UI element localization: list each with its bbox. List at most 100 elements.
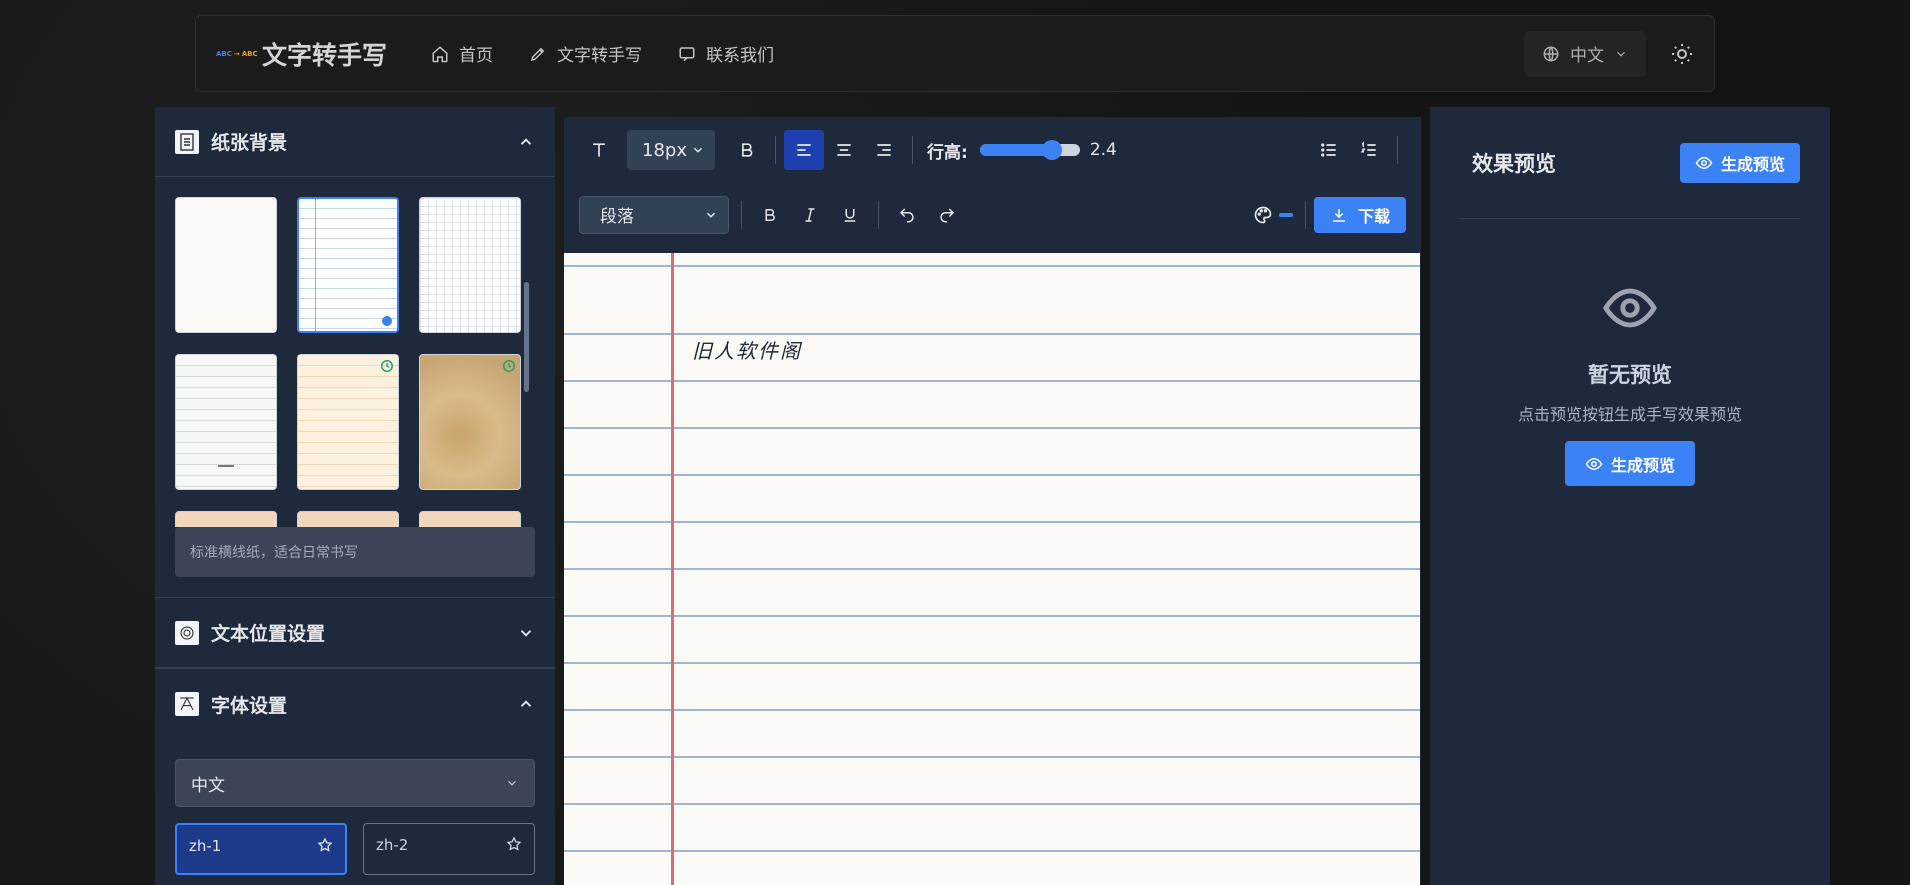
font-size-select[interactable]: 18px xyxy=(627,130,715,170)
paper-option[interactable] xyxy=(419,354,521,490)
editor-toolbar-row-2: 段落 下载 xyxy=(564,183,1421,246)
font-language-value: 中文 xyxy=(191,775,225,796)
paper-option[interactable] xyxy=(175,354,277,490)
download-icon xyxy=(1330,206,1348,224)
paper-grid xyxy=(155,177,555,527)
editor-content[interactable]: 旧人软件阁 xyxy=(692,335,802,364)
bullet-list-icon xyxy=(1319,140,1339,160)
top-navbar: ABC → ABC 文字转手写 首页 文字转手写 联系我们 中文 xyxy=(195,15,1715,92)
nav-item-home[interactable]: 首页 xyxy=(431,41,493,66)
align-center-button[interactable] xyxy=(824,130,864,170)
undo-button[interactable] xyxy=(887,195,927,235)
paragraph-format-value: 段落 xyxy=(600,207,634,227)
preview-empty-state: 暂无预览 点击预览按钮生成手写效果预览 生成预览 xyxy=(1430,279,1830,486)
font-card-zh-2[interactable]: zh-2 xyxy=(363,823,535,875)
current-color-indicator xyxy=(1278,212,1293,217)
generate-preview-label: 生成预览 xyxy=(1610,455,1675,475)
language-value: 中文 xyxy=(1570,46,1604,66)
editor-paper-canvas[interactable]: 旧人软件阁 xyxy=(564,253,1420,885)
paper-option[interactable] xyxy=(297,197,399,333)
settings-sidebar: 纸张背景 标准横线纸，适合日常书写 文本位置设置 字体设置 中文 zh-1 zh… xyxy=(155,107,555,885)
chevron-up-icon[interactable] xyxy=(517,133,535,151)
app-title[interactable]: 文字转手写 xyxy=(262,36,387,72)
font-name: zh-1 xyxy=(189,837,222,855)
empty-state-title: 暂无预览 xyxy=(1588,363,1672,387)
font-icon xyxy=(175,692,199,716)
logo: ABC → ABC xyxy=(216,49,258,58)
nav-item-label: 文字转手写 xyxy=(557,46,643,66)
line-height-label: 行高: xyxy=(927,142,968,163)
chevron-down-icon xyxy=(505,776,519,790)
bold-icon xyxy=(761,206,779,224)
nav-item-contact[interactable]: 联系我们 xyxy=(678,41,774,66)
redo-button[interactable] xyxy=(927,195,967,235)
language-select[interactable]: 中文 xyxy=(1524,30,1646,77)
paper-option[interactable] xyxy=(419,197,521,333)
align-right-icon xyxy=(874,140,894,160)
line-height-slider[interactable] xyxy=(979,140,1080,160)
underline-icon xyxy=(841,206,859,224)
nav-item-text-to-handwriting[interactable]: 文字转手写 xyxy=(529,41,642,66)
generate-preview-button-secondary[interactable]: 生成预览 xyxy=(1564,441,1695,486)
font-language-select[interactable]: 中文 xyxy=(175,759,535,807)
eye-icon xyxy=(1601,279,1659,337)
paper-icon xyxy=(175,129,199,154)
paper-option[interactable] xyxy=(297,511,399,527)
bold-toggle-button[interactable] xyxy=(727,130,767,170)
bullet-list-button[interactable] xyxy=(1309,130,1349,170)
palette-icon xyxy=(1253,205,1273,225)
font-size-value: 18px xyxy=(642,139,687,161)
chevron-up-icon[interactable] xyxy=(517,695,535,713)
text-position-section-header[interactable]: 文本位置设置 xyxy=(155,598,555,668)
eye-icon xyxy=(1585,455,1603,473)
globe-icon xyxy=(1542,45,1560,63)
home-icon xyxy=(431,45,449,63)
chevron-down-icon xyxy=(704,208,718,222)
align-right-button[interactable] xyxy=(864,130,904,170)
preview-title: 效果预览 xyxy=(1472,151,1556,176)
italic-icon xyxy=(801,206,819,224)
star-icon[interactable] xyxy=(317,837,333,853)
theme-toggle-button[interactable] xyxy=(1670,42,1694,66)
star-icon[interactable] xyxy=(506,836,522,852)
slider-handle[interactable] xyxy=(1041,140,1062,160)
align-left-button[interactable] xyxy=(784,130,824,170)
font-section-header[interactable]: 字体设置 xyxy=(155,669,555,739)
section-title: 文本位置设置 xyxy=(211,623,326,645)
chevron-down-icon[interactable] xyxy=(517,624,535,642)
underline-button[interactable] xyxy=(830,195,870,235)
nav-item-label: 联系我们 xyxy=(706,46,775,66)
undo-icon xyxy=(898,206,916,224)
logo-text-b: ABC xyxy=(241,49,258,58)
paper-option[interactable] xyxy=(297,354,399,490)
sun-icon xyxy=(1670,42,1694,66)
generate-preview-button[interactable]: 生成预览 xyxy=(1679,142,1800,183)
download-button[interactable]: 下载 xyxy=(1313,196,1406,233)
redo-icon xyxy=(938,206,956,224)
margin-line xyxy=(671,253,674,885)
preview-header: 效果预览 生成预览 xyxy=(1460,107,1800,219)
font-list: zh-1 zh-2 xyxy=(175,823,535,875)
paper-section-header[interactable]: 纸张背景 xyxy=(155,107,555,177)
paper-option[interactable] xyxy=(175,197,277,333)
bold-button[interactable] xyxy=(750,195,790,235)
bold-icon xyxy=(737,140,757,160)
numbered-list-button[interactable] xyxy=(1349,130,1389,170)
font-size-tool[interactable] xyxy=(579,130,619,170)
generate-preview-label: 生成预览 xyxy=(1720,154,1785,174)
chevron-down-icon xyxy=(691,143,705,157)
italic-button[interactable] xyxy=(790,195,830,235)
editor-toolbar-row-1: 18px 行高: 2.4 xyxy=(564,117,1421,183)
selected-indicator xyxy=(382,316,392,326)
paper-option[interactable] xyxy=(419,511,521,527)
text-color-picker[interactable] xyxy=(1249,195,1297,235)
paragraph-format-select[interactable]: 段落 xyxy=(579,195,729,234)
paper-grid-scrollbar[interactable] xyxy=(524,282,529,392)
font-name: zh-2 xyxy=(376,836,409,854)
empty-state-description: 点击预览按钮生成手写效果预览 xyxy=(1517,405,1742,424)
text-editor: 18px 行高: 2.4 段落 下载 旧人软件阁 xyxy=(564,117,1421,885)
paper-description: 标准横线纸，适合日常书写 xyxy=(175,527,535,577)
eye-icon xyxy=(1695,154,1713,172)
font-card-zh-1[interactable]: zh-1 xyxy=(175,823,347,875)
paper-option[interactable] xyxy=(175,511,277,527)
